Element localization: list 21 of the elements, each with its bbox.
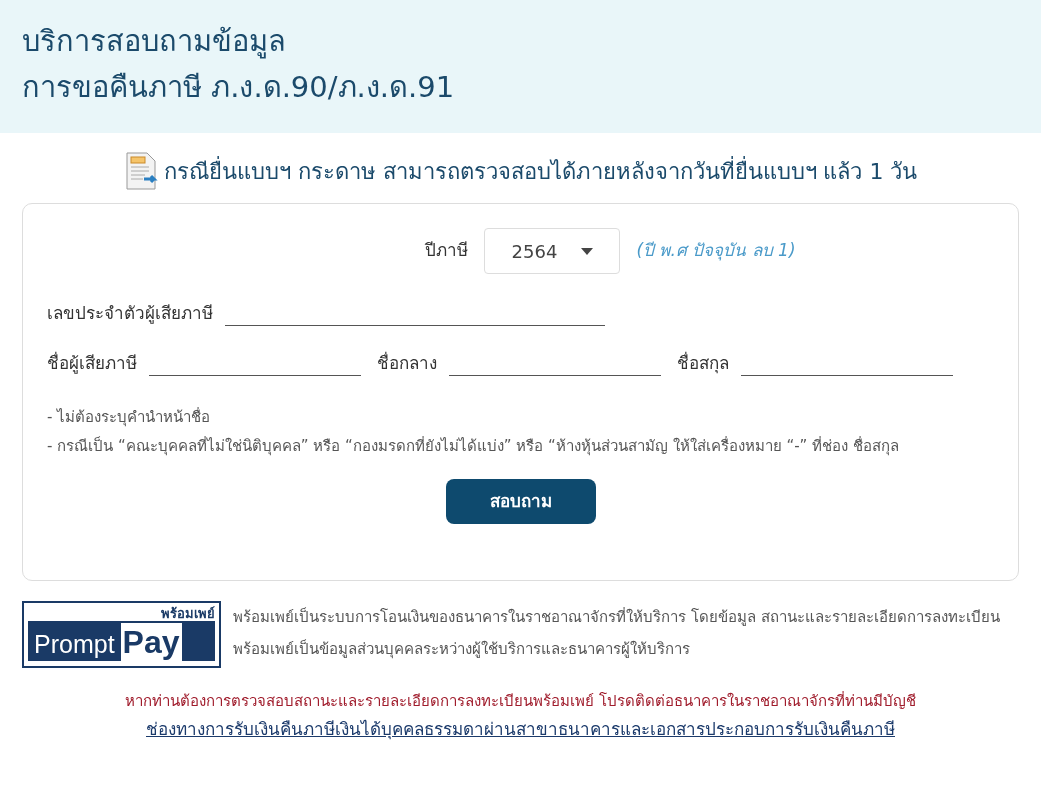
refund-channel-link[interactable]: ช่องทางการรับเงินคืนภาษีเงินได้บุคคลธรรมดาผ่านสาขาธนาคารและเอกสารประกอบการรับเงินคืนภาษี xyxy=(146,716,895,742)
year-dropdown[interactable]: 2564 xyxy=(484,228,621,274)
page-title: บริการสอบถามข้อมูล xyxy=(22,23,287,61)
page-title: การขอคืนภาษี ภ.ง.ด.90/ภ.ง.ด.91 xyxy=(22,69,456,106)
promptpay-description: พร้อมเพย์เป็นระบบการโอนเงินของธนาคารในราชอาณาจักรที่ให้บริการ โดยข้อมูล สถานะและรายละเอียดการลงทะเบียนพร้อมเพย์เป็นข้อมูลส่วนบุคคลระหว่างผู้ใช้บริการและธนาคารผู้ให้บริการ xyxy=(233,606,1001,661)
year-hint: (ปี พ.ศ ปัจจุบัน ลบ 1) xyxy=(636,239,796,263)
logo-prompt-text: Prompt xyxy=(34,629,115,660)
note-text: - กรณีเป็น “คณะบุคคลที่ไม่ใช่นิติบุคคล” หรือ “กองมรดกที่ยังไม่ได้แบ่ง” หรือ “ห้างหุ้นส่วนสามัญ ให้ใส่เครื่องหมาย “-” ที่ช่อง ชื่อสกุล xyxy=(47,435,900,457)
logo-pay-text: Pay xyxy=(120,623,182,661)
field-label: ชื่อสกุล xyxy=(677,350,729,376)
caret-icon xyxy=(581,247,594,255)
field-label: ชื่อผู้เสียภาษี xyxy=(47,350,137,376)
logo-thai-text: พร้อมเพย์ xyxy=(161,607,215,621)
notice-text: กรณียื่นแบบฯ กระดาษ สามารถตรวจสอบได้ภายหลังจากวันที่ยื่นแบบฯ แล้ว 1 วัน xyxy=(163,155,918,186)
search-button[interactable]: สอบถาม xyxy=(445,479,596,524)
contact-note: หากท่านต้องการตรวจสอบสถานะและรายละเอียดการลงทะเบียนพร้อมเพย์ โปรดติดต่อธนาคารในราชอาณาจักรที่ท่านมีบัญชี xyxy=(125,690,916,712)
note-text: - ไม่ต้องระบุคำนำหน้าชื่อ xyxy=(47,406,212,429)
field-label: ชื่อกลาง xyxy=(377,350,437,375)
field-label: เลขประจำตัวผู้เสียภาษี xyxy=(47,301,213,326)
document-icon xyxy=(123,152,160,190)
field-label: ปีภาษี xyxy=(425,239,469,263)
